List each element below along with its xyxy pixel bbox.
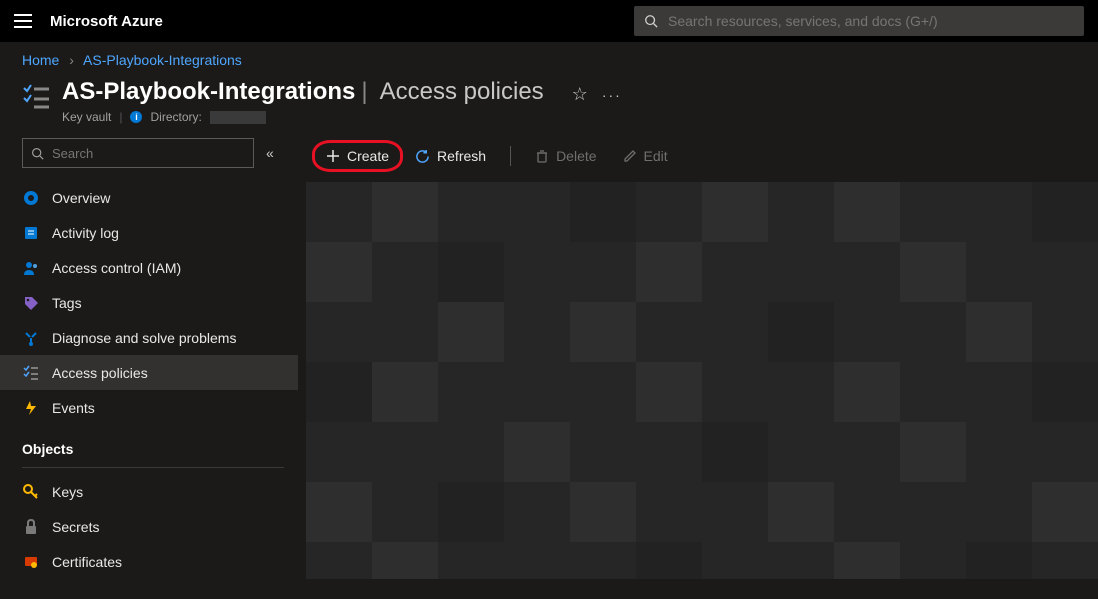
command-bar: Create Refresh Delete Edit (298, 138, 1098, 174)
button-label: Delete (556, 148, 596, 164)
sidebar-item-activity-log[interactable]: Activity log (0, 215, 298, 250)
create-button[interactable]: Create (316, 144, 399, 168)
sidebar-item-label: Diagnose and solve problems (52, 330, 236, 346)
iam-icon (22, 260, 40, 276)
search-icon (31, 147, 44, 160)
button-label: Create (347, 148, 389, 164)
sidebar-item-label: Activity log (52, 225, 119, 241)
keys-icon (22, 484, 40, 500)
favorite-star-icon[interactable]: ☆ (572, 84, 588, 105)
directory-label: Directory: (150, 110, 201, 124)
brand-label[interactable]: Microsoft Azure (50, 13, 163, 30)
tags-icon (22, 295, 40, 311)
sidebar-item-tags[interactable]: Tags (0, 285, 298, 320)
button-label: Edit (644, 148, 668, 164)
resource-type: Key vault (62, 110, 111, 124)
sidebar-item-diagnose[interactable]: Diagnose and solve problems (0, 320, 298, 355)
resource-sidebar: « Overview Activity log Access control (… (0, 138, 298, 579)
global-search[interactable] (634, 6, 1084, 36)
sidebar-item-label: Access policies (52, 365, 148, 381)
diagnose-icon (22, 330, 40, 346)
sidebar-section-objects: Objects (22, 425, 298, 463)
collapse-sidebar-icon[interactable]: « (266, 145, 274, 161)
breadcrumb-separator: › (69, 52, 74, 68)
button-label: Refresh (437, 148, 486, 164)
events-icon (22, 400, 40, 416)
global-topbar: Microsoft Azure (0, 0, 1098, 42)
main-pane: Create Refresh Delete Edit (298, 138, 1098, 579)
refresh-button[interactable]: Refresh (405, 144, 496, 168)
section-name: Access policies (380, 78, 544, 106)
sidebar-item-events[interactable]: Events (0, 390, 298, 425)
hamburger-menu-icon[interactable] (14, 14, 32, 28)
breadcrumb: Home › AS-Playbook-Integrations (0, 42, 1098, 74)
more-actions-icon[interactable]: ··· (602, 87, 622, 103)
breadcrumb-current[interactable]: AS-Playbook-Integrations (83, 52, 242, 68)
directory-value-redacted (210, 111, 266, 124)
sidebar-item-access-policies[interactable]: Access policies (0, 355, 298, 390)
sidebar-item-label: Events (52, 400, 95, 416)
sidebar-item-overview[interactable]: Overview (0, 180, 298, 215)
sidebar-search[interactable] (22, 138, 254, 168)
refresh-icon (415, 149, 430, 164)
sidebar-item-certificates[interactable]: Certificates (0, 544, 298, 579)
breadcrumb-home[interactable]: Home (22, 52, 59, 68)
search-icon (644, 14, 658, 28)
sidebar-item-access-control[interactable]: Access control (IAM) (0, 250, 298, 285)
info-icon[interactable]: i (130, 111, 142, 123)
secrets-icon (22, 519, 40, 535)
edit-button[interactable]: Edit (613, 144, 678, 168)
pixelation-overlay (306, 182, 1098, 579)
sidebar-item-label: Certificates (52, 554, 122, 570)
pencil-icon (623, 149, 637, 163)
checklist-icon (22, 84, 50, 110)
toolbar-separator (510, 146, 511, 166)
resource-header: AS-Playbook-Integrations | Access polici… (0, 74, 1098, 124)
overview-icon (22, 190, 40, 206)
activity-log-icon (22, 225, 40, 241)
resource-name: AS-Playbook-Integrations (62, 78, 355, 106)
sidebar-item-label: Tags (52, 295, 82, 311)
sidebar-search-input[interactable] (52, 146, 245, 161)
sidebar-item-keys[interactable]: Keys (0, 474, 298, 509)
trash-icon (535, 149, 549, 163)
certificates-icon (22, 554, 40, 570)
sidebar-item-label: Secrets (52, 519, 99, 535)
page-title: AS-Playbook-Integrations | Access polici… (62, 78, 544, 106)
plus-icon (326, 149, 340, 163)
content-area-redacted (306, 182, 1098, 579)
delete-button[interactable]: Delete (525, 144, 606, 168)
sidebar-item-label: Access control (IAM) (52, 260, 181, 276)
sidebar-item-secrets[interactable]: Secrets (0, 509, 298, 544)
section-divider (22, 467, 284, 468)
resource-meta: Key vault | i Directory: (62, 110, 544, 124)
global-search-input[interactable] (668, 13, 1074, 29)
access-policies-icon (22, 365, 40, 381)
sidebar-item-label: Keys (52, 484, 83, 500)
sidebar-item-label: Overview (52, 190, 110, 206)
